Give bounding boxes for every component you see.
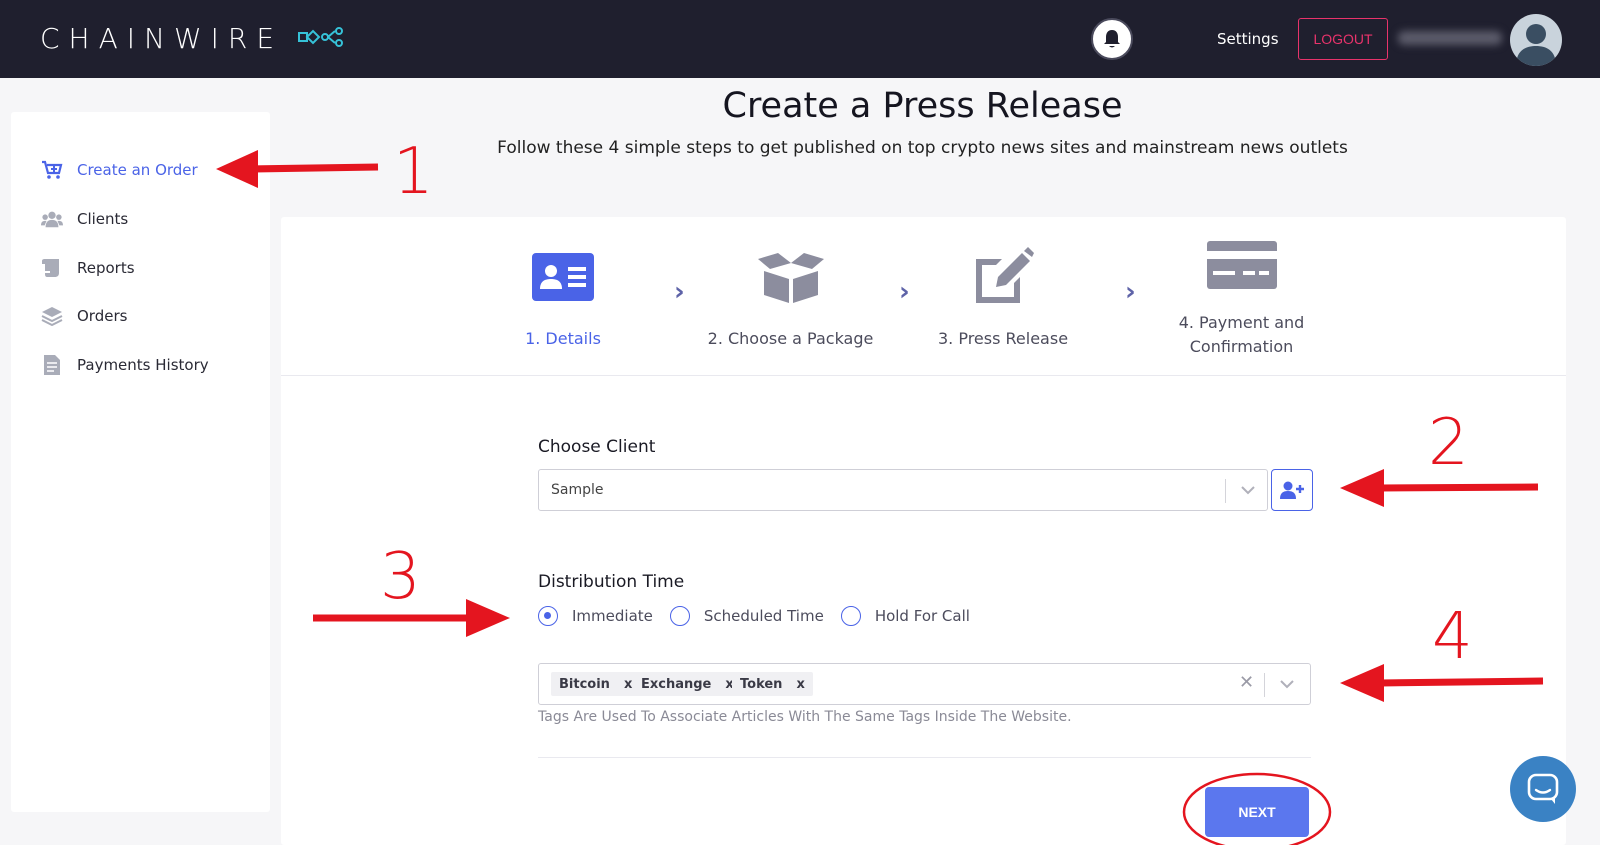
page-title: Create a Press Release	[722, 86, 1123, 126]
tag-chip: Token x	[732, 672, 813, 696]
tag-label: Exchange	[641, 676, 712, 692]
tag-label: Bitcoin	[559, 676, 610, 692]
annotation-number-1: 1	[393, 135, 434, 209]
bell-icon	[1104, 30, 1120, 48]
step-label: 3. Press Release	[937, 329, 1069, 348]
create-order-card: 1. Details › 2. Choose a Package › 3. Pr…	[281, 217, 1566, 845]
tags-multiselect[interactable]: Bitcoin x Exchange x Token x ✕	[538, 663, 1311, 705]
scroll-icon	[41, 257, 63, 279]
sidebar-item-label: Reports	[77, 259, 135, 277]
steps-divider	[281, 375, 1566, 376]
chat-icon	[1527, 773, 1559, 804]
radio-circle-checked[interactable]	[538, 606, 558, 626]
chain-logo-icon	[297, 26, 345, 52]
annotation-number-4: 4	[1432, 600, 1473, 674]
chevron-right-icon: ›	[1125, 277, 1136, 307]
user-avatar[interactable]	[1510, 14, 1562, 66]
sidebar-item-label: Orders	[77, 307, 128, 325]
user-plus-icon	[1280, 481, 1304, 499]
step-label: 2. Choose a Package	[707, 329, 874, 348]
support-chat-button[interactable]	[1510, 756, 1576, 822]
layers-icon	[41, 305, 63, 327]
username-redacted	[1398, 31, 1502, 45]
sidebar-item-reports[interactable]: Reports	[41, 257, 135, 279]
edit-icon	[933, 247, 1073, 303]
sidebar-item-label: Clients	[77, 210, 129, 228]
step-label-line1: 4. Payment and	[1178, 313, 1305, 332]
radio-hold-for-call[interactable]: Hold For Call	[840, 606, 970, 626]
tag-remove-icon[interactable]: x	[624, 677, 632, 692]
sidebar-item-create-order[interactable]: Create an Order	[41, 159, 198, 181]
annotation-number-2: 2	[1428, 406, 1469, 480]
step-label-line2: Confirmation	[1189, 337, 1294, 356]
logout-button[interactable]: LOGOUT	[1298, 18, 1388, 60]
step-press-release[interactable]: 3. Press Release	[933, 247, 1073, 351]
sidebar-item-label: Create an Order	[77, 161, 198, 179]
annotation-number-3: 3	[380, 540, 421, 614]
clear-tags-icon[interactable]: ✕	[1239, 672, 1254, 693]
chevron-down-icon[interactable]	[1279, 674, 1295, 698]
client-select[interactable]: Sample	[538, 469, 1268, 511]
cart-plus-icon	[41, 159, 63, 181]
document-icon	[41, 354, 63, 376]
brand-logo[interactable]: CHAINWIRE	[40, 22, 345, 55]
step-label: 1. Details	[525, 329, 601, 348]
sidebar: Create an Order Clients Reports Orders P…	[11, 112, 270, 812]
form-divider	[538, 757, 1311, 758]
tags-help-text: Tags Are Used To Associate Articles With…	[538, 709, 1072, 725]
radio-label: Scheduled Time	[703, 607, 824, 625]
step-details[interactable]: 1. Details	[508, 253, 618, 351]
radio-label: Hold For Call	[874, 607, 970, 625]
open-box-icon	[703, 253, 878, 303]
id-card-icon	[508, 253, 618, 303]
add-client-button[interactable]	[1271, 469, 1313, 511]
radio-circle[interactable]	[669, 606, 690, 626]
top-navbar: CHAINWIRE Settings LOGOUT	[0, 0, 1600, 78]
select-separator	[1225, 479, 1226, 503]
distribution-time-options: Immediate Scheduled Time Hold For Call	[538, 606, 987, 626]
chevron-right-icon: ›	[899, 277, 910, 307]
users-icon	[41, 208, 63, 230]
settings-link[interactable]: Settings	[1217, 30, 1279, 48]
tag-label: Token	[740, 676, 783, 692]
radio-immediate[interactable]: Immediate	[538, 606, 653, 626]
sidebar-item-clients[interactable]: Clients	[41, 208, 128, 230]
credit-card-icon	[1159, 241, 1324, 291]
distribution-time-label: Distribution Time	[538, 572, 685, 592]
sidebar-item-orders[interactable]: Orders	[41, 305, 127, 327]
step-payment-confirmation[interactable]: 4. Payment and Confirmation	[1159, 241, 1324, 359]
client-select-value: Sample	[551, 482, 604, 498]
step-choose-package[interactable]: 2. Choose a Package	[703, 253, 878, 351]
page-subtitle: Follow these 4 simple steps to get publi…	[497, 138, 1348, 158]
tag-chip: Bitcoin x	[551, 672, 641, 696]
next-button[interactable]: NEXT	[1205, 787, 1309, 837]
sidebar-item-payments-history[interactable]: Payments History	[41, 354, 209, 376]
radio-circle[interactable]	[840, 606, 861, 626]
radio-label: Immediate	[572, 607, 653, 625]
notifications-bell-button[interactable]	[1091, 18, 1133, 60]
brand-name: CHAINWIRE	[40, 22, 284, 55]
radio-scheduled-time[interactable]: Scheduled Time	[669, 606, 824, 626]
user-silhouette-icon	[1516, 24, 1556, 66]
chevron-down-icon[interactable]	[1240, 480, 1256, 504]
tag-remove-icon[interactable]: x	[796, 677, 804, 692]
chevron-right-icon: ›	[674, 277, 685, 307]
tag-chip: Exchange x	[633, 672, 742, 696]
select-separator	[1264, 673, 1265, 697]
choose-client-label: Choose Client	[538, 437, 656, 457]
sidebar-item-label: Payments History	[77, 356, 209, 374]
